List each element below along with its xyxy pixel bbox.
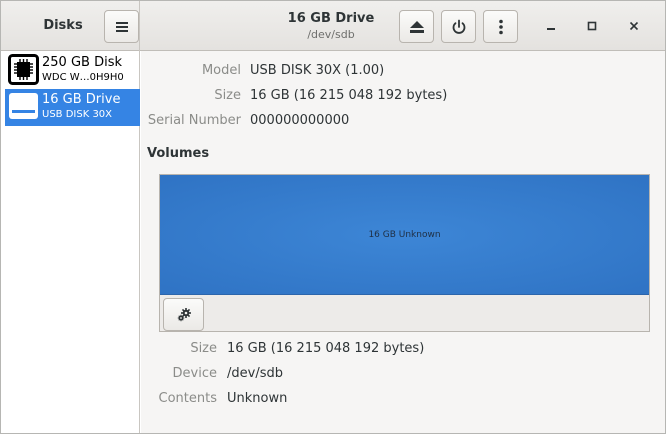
drive-options-button[interactable] xyxy=(483,10,518,43)
power-off-button[interactable] xyxy=(441,10,476,43)
device-label: Device xyxy=(172,366,217,381)
contents-value: Unknown xyxy=(227,391,288,406)
minimize-icon xyxy=(547,28,555,30)
window-title: 16 GB Drive xyxy=(287,11,375,26)
sidebar-header: Disks xyxy=(1,1,140,51)
maximize-icon xyxy=(587,21,597,31)
drive-size-label: Size xyxy=(214,88,241,103)
eject-button[interactable] xyxy=(399,10,434,43)
drive-name: 250 GB Disk xyxy=(42,55,122,70)
volume-size-label: Size xyxy=(190,341,217,356)
device-value: /dev/sdb xyxy=(227,366,283,381)
power-icon xyxy=(452,19,465,34)
drive-item-250gb-disk[interactable]: 250 GB Disk WDC W…0H9H0 xyxy=(5,52,140,89)
header-bar: Disks 16 GB Drive /dev/sdb xyxy=(1,1,665,51)
volume-partition-label: 16 GB Unknown xyxy=(368,229,441,240)
model-value: USB DISK 30X (1.00) xyxy=(250,63,385,78)
drive-size-value: 16 GB (16 215 048 192 bytes) xyxy=(250,88,448,103)
gear-icon xyxy=(177,307,191,321)
maximize-button[interactable] xyxy=(583,17,601,35)
drive-details-panel: Model USB DISK 30X (1.00) Size 16 GB (16… xyxy=(141,51,665,433)
model-label: Model xyxy=(201,63,241,78)
drive-item-16gb-drive[interactable]: 16 GB Drive USB DISK 30X xyxy=(5,89,140,126)
minimize-button[interactable] xyxy=(542,17,560,35)
drive-model: USB DISK 30X xyxy=(42,109,113,120)
drive-name: 16 GB Drive xyxy=(42,92,121,107)
contents-label: Contents xyxy=(158,391,217,406)
serial-number-value: 000000000000 xyxy=(250,113,350,128)
eject-icon xyxy=(409,20,424,33)
volumes-heading: Volumes xyxy=(147,146,210,161)
vertical-dots-icon xyxy=(498,19,503,34)
serial-number-label: Serial Number xyxy=(147,113,241,128)
close-icon xyxy=(629,21,639,31)
volume-map: 16 GB Unknown xyxy=(159,174,650,332)
usb-drive-icon xyxy=(9,93,38,119)
hamburger-menu-icon xyxy=(115,21,128,32)
close-button[interactable] xyxy=(625,17,643,35)
menu-button[interactable] xyxy=(104,10,139,43)
drive-model: WDC W…0H9H0 xyxy=(42,72,124,83)
volume-options-button[interactable] xyxy=(163,298,204,331)
disks-window: Disks 16 GB Drive /dev/sdb 250 GB Disk W… xyxy=(0,0,666,434)
hard-disk-icon xyxy=(8,54,39,85)
volume-size-value: 16 GB (16 215 048 192 bytes) xyxy=(227,341,425,356)
window-subtitle: /dev/sdb xyxy=(307,28,355,41)
volume-partition-block[interactable]: 16 GB Unknown xyxy=(160,175,649,295)
